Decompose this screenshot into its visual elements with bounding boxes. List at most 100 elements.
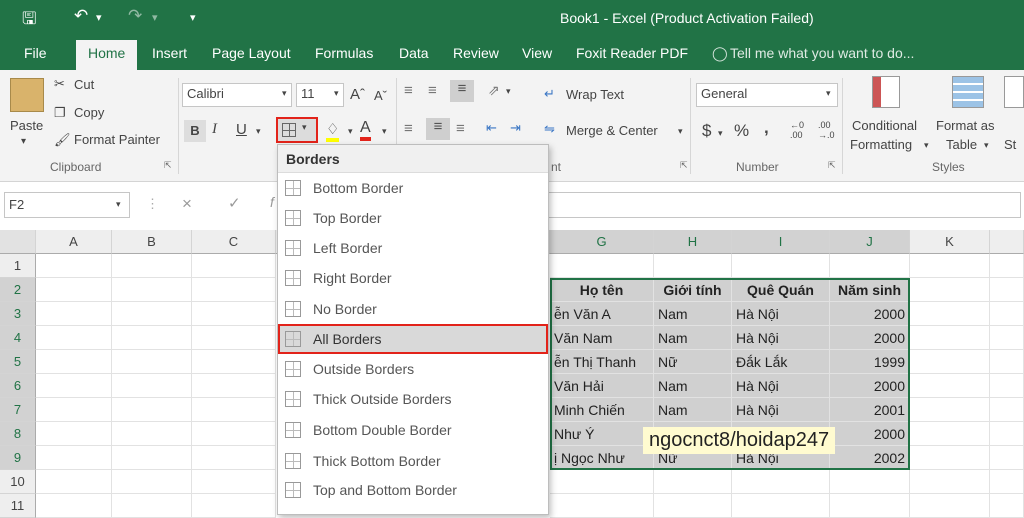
cell[interactable]: 2000: [830, 302, 910, 326]
cell[interactable]: [990, 422, 1024, 446]
align-left-icon[interactable]: ≡: [404, 120, 413, 137]
cell[interactable]: [192, 470, 276, 494]
menu-item-no-border[interactable]: No Border: [278, 294, 548, 324]
cell[interactable]: Quê Quán: [732, 278, 830, 302]
cell[interactable]: Nam: [654, 398, 732, 422]
font-color-icon[interactable]: A: [360, 119, 371, 141]
cell[interactable]: Văn Nam: [550, 326, 654, 350]
format-as-table-icon[interactable]: [952, 76, 984, 108]
select-all-corner[interactable]: [0, 230, 36, 254]
cell[interactable]: [36, 278, 112, 302]
orientation-icon[interactable]: ⇗: [488, 82, 500, 99]
menu-item-outside-borders[interactable]: Outside Borders: [278, 354, 548, 384]
cell[interactable]: 2000: [830, 374, 910, 398]
cell[interactable]: [910, 302, 990, 326]
bold-button[interactable]: B: [184, 120, 206, 142]
cell[interactable]: 2000: [830, 326, 910, 350]
cell[interactable]: [990, 278, 1024, 302]
cell[interactable]: [192, 494, 276, 518]
cell[interactable]: [36, 350, 112, 374]
cell[interactable]: [36, 470, 112, 494]
cell[interactable]: [112, 326, 192, 350]
cell[interactable]: Như Ý: [550, 422, 654, 446]
cell[interactable]: Minh Chiến: [550, 398, 654, 422]
cell[interactable]: [910, 326, 990, 350]
cell[interactable]: Nam: [654, 302, 732, 326]
column-header-k[interactable]: K: [910, 230, 990, 254]
cell[interactable]: Nam: [654, 374, 732, 398]
merge-center-button[interactable]: Merge & Center: [566, 123, 658, 138]
cut-button[interactable]: Cut: [74, 77, 94, 92]
conditional-formatting-label[interactable]: Conditional: [852, 118, 917, 133]
align-top-icon[interactable]: ≡: [404, 82, 413, 99]
cell[interactable]: [654, 254, 732, 278]
tab-data[interactable]: Data: [399, 45, 429, 61]
cell[interactable]: [192, 398, 276, 422]
conditional-formatting-icon[interactable]: [872, 76, 900, 108]
cell[interactable]: Nam: [654, 326, 732, 350]
cell[interactable]: [36, 422, 112, 446]
column-header-i[interactable]: I: [732, 230, 830, 254]
cell[interactable]: [36, 398, 112, 422]
column-header-c[interactable]: C: [192, 230, 276, 254]
cell[interactable]: [990, 398, 1024, 422]
cell[interactable]: Đắk Lắk: [732, 350, 830, 374]
cell[interactable]: [36, 374, 112, 398]
chevron-down-icon[interactable]: ▾: [678, 126, 683, 137]
column-header-extra[interactable]: [990, 230, 1024, 254]
align-center-icon[interactable]: ≡: [426, 118, 450, 140]
cell[interactable]: [550, 494, 654, 518]
cancel-icon[interactable]: ×: [182, 194, 192, 214]
chevron-down-icon[interactable]: ▾: [334, 88, 339, 99]
cell[interactable]: Văn Hải: [550, 374, 654, 398]
chevron-down-icon[interactable]: ▾: [348, 126, 353, 137]
cell[interactable]: [732, 254, 830, 278]
column-header-j[interactable]: J: [830, 230, 910, 254]
more-options-icon[interactable]: ⋮: [146, 196, 159, 212]
paste-dropdown-icon[interactable]: ▾: [21, 136, 26, 147]
cell[interactable]: [910, 446, 990, 470]
percent-button[interactable]: %: [734, 121, 749, 141]
cell[interactable]: [192, 302, 276, 326]
fill-color-icon[interactable]: ♢: [326, 120, 340, 142]
menu-item-top-border[interactable]: Top Border: [278, 203, 548, 233]
tab-home[interactable]: Home: [76, 40, 138, 70]
increase-indent-icon[interactable]: ⇥: [510, 120, 521, 136]
cell[interactable]: [654, 470, 732, 494]
cell[interactable]: ễn Văn A: [550, 302, 654, 326]
tab-review[interactable]: Review: [453, 45, 499, 61]
tab-file[interactable]: File: [24, 45, 47, 61]
cell[interactable]: [732, 470, 830, 494]
cell[interactable]: [192, 422, 276, 446]
cell[interactable]: [192, 326, 276, 350]
chevron-down-icon[interactable]: ▾: [506, 86, 511, 97]
menu-item-bottom-border[interactable]: Bottom Border: [278, 173, 548, 203]
wrap-text-button[interactable]: Wrap Text: [566, 87, 624, 102]
cell[interactable]: [910, 494, 990, 518]
tell-me-search[interactable]: Tell me what you want to do...: [730, 45, 914, 61]
underline-button[interactable]: U: [236, 121, 247, 138]
cell[interactable]: [830, 470, 910, 494]
cell[interactable]: Họ tên: [550, 278, 654, 302]
format-as-table-label[interactable]: Format as: [936, 118, 995, 133]
cell[interactable]: [910, 398, 990, 422]
cell[interactable]: [830, 254, 910, 278]
cell[interactable]: [910, 422, 990, 446]
cell[interactable]: [990, 470, 1024, 494]
menu-item-bottom-double-border[interactable]: Bottom Double Border: [278, 415, 548, 445]
chevron-down-icon[interactable]: ▾: [718, 128, 723, 139]
cell[interactable]: [654, 494, 732, 518]
column-header-a[interactable]: A: [36, 230, 112, 254]
cell[interactable]: [192, 374, 276, 398]
paste-button[interactable]: Paste: [10, 118, 43, 133]
menu-item-thick-outside-borders[interactable]: Thick Outside Borders: [278, 384, 548, 414]
cell[interactable]: [732, 494, 830, 518]
cell[interactable]: 2002: [830, 446, 910, 470]
column-header-h[interactable]: H: [654, 230, 732, 254]
cell[interactable]: [36, 446, 112, 470]
cell[interactable]: [990, 374, 1024, 398]
cell[interactable]: [112, 374, 192, 398]
function-icon[interactable]: f: [270, 194, 274, 210]
cell[interactable]: [36, 302, 112, 326]
merge-center-icon[interactable]: ⇋: [544, 121, 555, 137]
